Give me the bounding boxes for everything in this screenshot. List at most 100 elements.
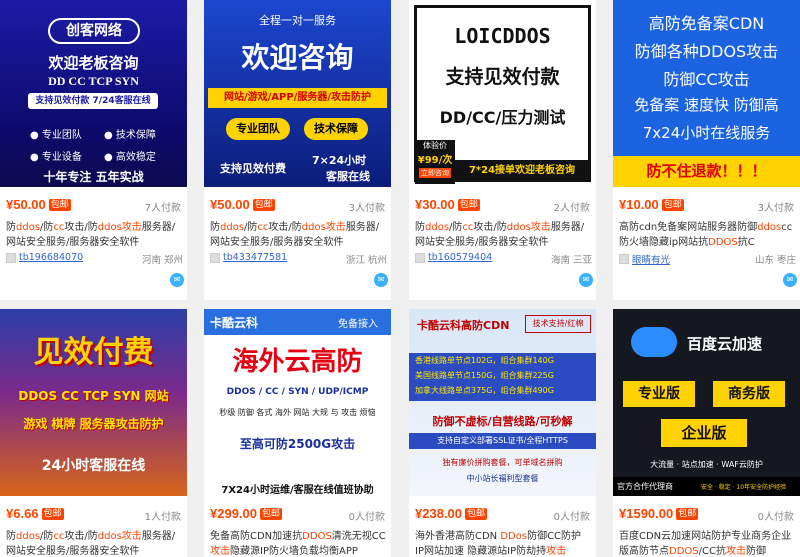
free-shipping-badge: 包邮 <box>457 199 480 211</box>
product-thumbnail[interactable]: LOICDDOS 支持见效付款 DD/CC/压力测试 体验价 ¥99/次 立即咨… <box>409 0 596 187</box>
product-thumbnail[interactable]: 百度云加速 专业版 商务版 企业版 大流量 · 站点加速 · WAF云防护 官方… <box>613 309 800 496</box>
thumb-footer: 7*24接单欢迎老板咨询 <box>455 160 589 182</box>
product-card[interactable]: 高防免备案CDN 防御各种DDOS攻击 防御CC攻击 免备案 速度快 防御高 7… <box>613 0 800 300</box>
thumb-line1: 欢迎老板咨询 <box>48 54 139 72</box>
thumb-line1: 支持自定义部署SSL证书/全程HTTPS <box>437 436 568 445</box>
thumb-line1: 大流量 · 站点加速 · WAF云防护 <box>650 460 763 469</box>
thumb-line1: 支持见效付款 <box>445 66 560 88</box>
product-title[interactable]: 防ddos/防cc攻击/防ddos攻击服务器/网站安全服务/服务器安全软件 <box>210 220 387 250</box>
thumb-line2: 独有廉价拼购套餐，可单域名拼购 <box>442 458 563 467</box>
free-shipping-badge: 包邮 <box>260 508 283 520</box>
thumb-bullet: ● 技术保障 <box>104 130 156 141</box>
product-card[interactable]: 卡酷云科 免备接入 海外云高防 DDOS / CC / SYN / UDP/IC… <box>204 309 391 557</box>
product-title[interactable]: 高防cdn免备案网站服务器防御ddoscc防火墙隐藏ip网站抗DDOS抗C <box>619 220 796 250</box>
thumb-footer2: 安全 · 稳定 · 10年安全防护经验 <box>701 484 787 491</box>
shop-link[interactable]: tb160579404 <box>428 252 492 263</box>
free-shipping-badge: 包邮 <box>661 199 684 211</box>
thumb-footer: 防不住退款！！！ <box>613 156 800 187</box>
free-shipping-badge: 包邮 <box>465 508 488 520</box>
sales-count: 7人付款 <box>144 203 181 214</box>
product-grid: 创客网络 欢迎老板咨询 DD CC TCP SYN 支持见效付款 7/24客服在… <box>0 0 800 557</box>
product-title[interactable]: 防ddos/防cc攻击/防ddos攻击服务器/网站安全服务/服务器安全软件 <box>6 220 183 250</box>
product-title[interactable]: 防ddos/防cc攻击/防ddos攻击服务器/网站安全服务/服务器安全软件 <box>6 529 183 557</box>
thumb-big: 见效付费 <box>33 335 154 370</box>
shop-icon <box>6 252 16 263</box>
thumb-brand: 卡酷云科 <box>210 316 259 330</box>
thumb-row: 加拿大线路单点375G，组合集群490G <box>415 386 554 395</box>
thumb-bullet: ● 高效稳定 <box>104 152 156 163</box>
thumb-big: 海外云高防 <box>232 347 363 377</box>
free-shipping-badge: 包邮 <box>48 199 71 211</box>
sales-count: 2人付款 <box>553 203 590 214</box>
sales-count: 0人付款 <box>757 512 794 523</box>
thumb-footer: 官方合作代理商 <box>617 482 673 491</box>
location: 山东 枣庄 <box>754 255 796 266</box>
product-title[interactable]: 海外香港高防CDN DDos防御CC防护 IP网站加速 隐藏源站IP防劫持攻击 <box>415 529 592 557</box>
product-card[interactable]: 卡酷云科高防CDN 技术支持/红棉 香港线路单节点102G，组合集群140G 美… <box>409 309 596 557</box>
free-shipping-badge: 包邮 <box>41 508 64 520</box>
sales-count: 0人付款 <box>348 512 385 523</box>
location: 浙江 杭州 <box>345 255 387 266</box>
thumb-tag: 体验价 ¥99/次 立即咨询 <box>415 140 455 184</box>
wangwang-chat-icon[interactable]: ✉ <box>374 273 388 287</box>
product-title[interactable]: 防ddos/防cc攻击/防ddos攻击服务器/网站安全服务/服务器安全软件 <box>415 220 592 250</box>
product-title[interactable]: 百度CDN云加速网站防护专业商务企业版高防节点DDOS/CC抗攻击防御 <box>619 529 796 557</box>
sales-count: 3人付款 <box>348 203 385 214</box>
thumb-top: 全程一对一服务 <box>259 14 336 27</box>
product-thumbnail[interactable]: 创客网络 欢迎老板咨询 DD CC TCP SYN 支持见效付款 7/24客服在… <box>0 0 187 187</box>
thumb-mid: 防御不虚标/自营线路/可秒解 <box>432 415 573 428</box>
thumb-brand: 创客网络 <box>48 18 140 44</box>
shop-icon <box>415 252 425 263</box>
shop-icon <box>210 252 220 263</box>
thumb-big: 欢迎咨询 <box>241 41 354 74</box>
product-card[interactable]: LOICDDOS 支持见效付款 DD/CC/压力测试 体验价 ¥99/次 立即咨… <box>409 0 596 300</box>
shop-link[interactable]: 眼睛有光 <box>632 255 670 266</box>
price-row: ¥10.00 包邮 3人付款 <box>619 197 794 215</box>
thumb-line2: DD/CC/压力测试 <box>439 108 566 127</box>
price-row: ¥299.00 包邮 0人付款 <box>210 506 385 524</box>
thumb-ent: 企业版 <box>661 419 747 447</box>
product-thumbnail[interactable]: 高防免备案CDN 防御各种DDOS攻击 防御CC攻击 免备案 速度快 防御高 7… <box>613 0 800 187</box>
price: ¥6.66 <box>6 506 39 521</box>
product-title[interactable]: 免备高防CDN加速抗DDOS清洗无视CC攻击隐藏源IP防火墙负载均衡APP <box>210 529 387 557</box>
thumb-biz: 商务版 <box>713 381 785 407</box>
wangwang-chat-icon[interactable]: ✉ <box>170 273 184 287</box>
shop-icon <box>619 254 629 264</box>
thumb-line2: DD CC TCP SYN <box>48 74 139 88</box>
thumb-line: 7x24小时在线服务 <box>642 124 771 142</box>
location: 海南 三亚 <box>550 255 592 266</box>
thumb-bullet: ● 专业设备 <box>30 152 82 163</box>
product-thumbnail[interactable]: 卡酷云科高防CDN 技术支持/红棉 香港线路单节点102G，组合集群140G 美… <box>409 309 596 496</box>
thumb-line: 免备案 速度快 防御高 <box>634 96 779 114</box>
shop-link[interactable]: tb433477581 <box>223 252 287 263</box>
product-card[interactable]: 创客网络 欢迎老板咨询 DD CC TCP SYN 支持见效付款 7/24客服在… <box>0 0 187 300</box>
product-card[interactable]: 百度云加速 专业版 商务版 企业版 大流量 · 站点加速 · WAF云防护 官方… <box>613 309 800 557</box>
thumb-row: 香港线路单节点102G，组合集群140G <box>415 356 554 365</box>
sales-count: 1人付款 <box>144 512 181 523</box>
wangwang-chat-icon[interactable]: ✉ <box>783 273 797 287</box>
sales-count: 3人付款 <box>757 203 794 214</box>
product-card[interactable]: 全程一对一服务 欢迎咨询 网站/游戏/APP/服务器/攻击防护 专业团队 技术保… <box>204 0 391 300</box>
thumb-right2: 客服在线 <box>326 170 370 183</box>
thumb-brand: LOICDDOS <box>454 24 551 48</box>
thumb-footer: 十年专注 五年实战 <box>43 170 144 184</box>
product-thumbnail[interactable]: 全程一对一服务 欢迎咨询 网站/游戏/APP/服务器/攻击防护 专业团队 技术保… <box>204 0 391 187</box>
product-card[interactable]: 见效付费 DDOS CC TCP SYN 网站 游戏 棋牌 服务器攻击防护 24… <box>0 309 187 557</box>
shop-link[interactable]: tb196684070 <box>19 252 83 263</box>
price-row: ¥30.00 包邮 2人付款 <box>415 197 590 215</box>
price-row: ¥6.66 包邮 1人付款 <box>6 506 181 524</box>
thumb-line1: DDOS CC TCP SYN 网站 <box>18 389 169 403</box>
thumb-line1: DDOS / CC / SYN / UDP/ICMP <box>226 387 369 397</box>
thumb-brand: 卡酷云科高防CDN <box>417 319 510 332</box>
thumb-line: 高防免备案CDN <box>648 14 765 33</box>
thumb-line: 防御各种DDOS攻击 <box>634 42 779 61</box>
thumb-line3: 中小站长福利型套餐 <box>466 474 539 483</box>
free-shipping-badge: 包邮 <box>676 508 699 520</box>
sales-count: 0人付款 <box>553 512 590 523</box>
cloud-icon <box>631 327 677 357</box>
price-row: ¥238.00 包邮 0人付款 <box>415 506 590 524</box>
wangwang-chat-icon[interactable]: ✉ <box>579 273 593 287</box>
product-thumbnail[interactable]: 见效付费 DDOS CC TCP SYN 网站 游戏 棋牌 服务器攻击防护 24… <box>0 309 187 496</box>
price: ¥50.00 <box>6 197 46 212</box>
product-thumbnail[interactable]: 卡酷云科 免备接入 海外云高防 DDOS / CC / SYN / UDP/IC… <box>204 309 391 496</box>
